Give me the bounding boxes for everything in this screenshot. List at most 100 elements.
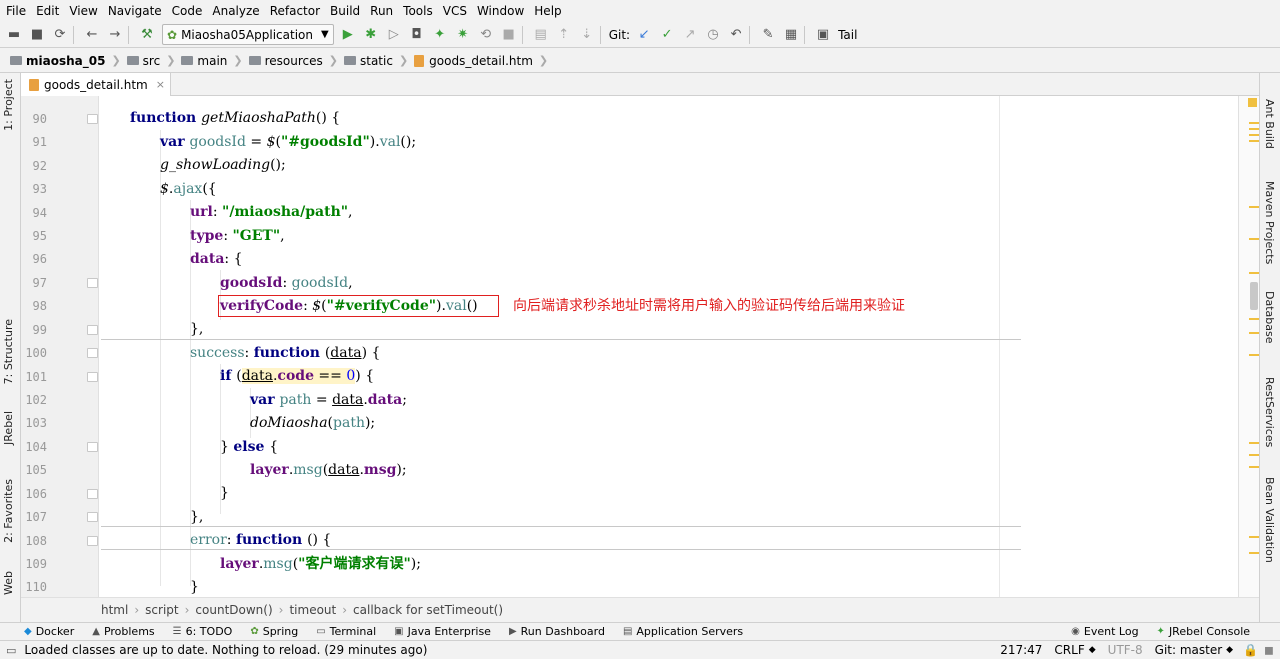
warning-marker[interactable]: [1249, 238, 1259, 240]
tool-bean-validation[interactable]: Bean Validation: [1263, 477, 1276, 563]
tool-run-dashboard[interactable]: ▶ Run Dashboard: [509, 625, 605, 638]
profile-icon[interactable]: ◘: [408, 26, 426, 44]
tool-problems[interactable]: ▲ Problems: [92, 625, 154, 638]
tail-icon[interactable]: ▣: [814, 26, 832, 44]
tool-java-enterprise[interactable]: ▣ Java Enterprise: [394, 625, 491, 638]
deploy-icon[interactable]: ▤: [532, 26, 550, 44]
editor-crumb[interactable]: countDown(): [195, 603, 272, 617]
fold-marker-icon[interactable]: [87, 372, 98, 382]
fold-marker-icon[interactable]: [87, 114, 98, 124]
warning-marker[interactable]: [1249, 272, 1259, 274]
warning-marker[interactable]: [1249, 318, 1259, 320]
code-editor[interactable]: 90 91 92 93 94 95 96 97 98 99 100 101 10…: [21, 96, 1238, 597]
menu-window[interactable]: Window: [471, 0, 528, 22]
crumb-project[interactable]: miaosha_05: [6, 52, 109, 70]
inspection-status-icon[interactable]: [1248, 98, 1257, 107]
close-icon[interactable]: ×: [156, 78, 165, 91]
crumb-src[interactable]: src: [123, 52, 165, 70]
menu-help[interactable]: Help: [528, 0, 565, 22]
crumb-static[interactable]: static: [340, 52, 397, 70]
back-icon[interactable]: ←: [83, 26, 101, 44]
warning-marker[interactable]: [1249, 552, 1259, 554]
tool-structure[interactable]: 7: Structure: [2, 319, 15, 384]
jrebel-run-icon[interactable]: ✦: [431, 26, 449, 44]
tool-todo[interactable]: ☰ 6: TODO: [173, 625, 233, 638]
tool-ant-build[interactable]: Ant Build: [1263, 99, 1276, 149]
download-icon[interactable]: ⇣: [578, 26, 596, 44]
coverage-icon[interactable]: ▷: [385, 26, 403, 44]
reload-icon[interactable]: ⟲: [477, 26, 495, 44]
warning-marker[interactable]: [1249, 140, 1259, 142]
stop-icon[interactable]: ■: [500, 26, 518, 44]
tool-terminal[interactable]: ▭ Terminal: [316, 625, 376, 638]
jrebel-debug-icon[interactable]: ✷: [454, 26, 472, 44]
tool-rest-services[interactable]: RestServices: [1263, 377, 1276, 447]
warning-marker[interactable]: [1249, 442, 1259, 444]
status-icon[interactable]: ▭: [6, 644, 16, 657]
scroll-thumb[interactable]: [1250, 282, 1258, 310]
crumb-main[interactable]: main: [177, 52, 231, 70]
settings-wrench-icon[interactable]: ✎: [759, 26, 777, 44]
run-icon[interactable]: ▶: [339, 26, 357, 44]
editor-crumb[interactable]: timeout: [289, 603, 336, 617]
menu-build[interactable]: Build: [324, 0, 364, 22]
warning-marker[interactable]: [1249, 332, 1259, 334]
menu-refactor[interactable]: Refactor: [264, 0, 324, 22]
fold-marker-icon[interactable]: [87, 489, 98, 499]
warning-marker[interactable]: [1249, 128, 1259, 130]
menu-code[interactable]: Code: [166, 0, 207, 22]
tab-goods-detail[interactable]: goods_detail.htm ×: [21, 73, 171, 96]
editor-crumb[interactable]: script: [145, 603, 178, 617]
git-update-icon[interactable]: ↙: [635, 26, 653, 44]
save-icon[interactable]: ■: [28, 26, 46, 44]
menu-file[interactable]: File: [0, 0, 30, 22]
project-structure-icon[interactable]: ▦: [782, 26, 800, 44]
tool-spring[interactable]: ✿ Spring: [250, 625, 298, 638]
editor-crumb[interactable]: html: [101, 603, 128, 617]
warning-marker[interactable]: [1249, 206, 1259, 208]
menu-tools[interactable]: Tools: [397, 0, 437, 22]
tool-docker[interactable]: ◆ Docker: [24, 625, 74, 638]
tool-web[interactable]: Web: [2, 571, 15, 595]
caret-position[interactable]: 217:47: [1000, 643, 1042, 657]
tool-jrebel[interactable]: JRebel: [2, 411, 15, 445]
fold-marker-icon[interactable]: [87, 325, 98, 335]
tool-event-log[interactable]: ◉ Event Log: [1071, 625, 1138, 638]
memory-indicator-icon[interactable]: ◼: [1264, 643, 1274, 657]
tool-maven-projects[interactable]: Maven Projects: [1263, 181, 1276, 264]
menu-analyze[interactable]: Analyze: [206, 0, 263, 22]
tool-jrebel-console[interactable]: ✦ JRebel Console: [1157, 625, 1251, 638]
debug-icon[interactable]: ✱: [362, 26, 380, 44]
git-revert-icon[interactable]: ↶: [727, 26, 745, 44]
git-commit-icon[interactable]: ✓: [658, 26, 676, 44]
warning-marker[interactable]: [1249, 134, 1259, 136]
warning-marker[interactable]: [1249, 354, 1259, 356]
file-encoding[interactable]: UTF-8: [1108, 643, 1143, 657]
crumb-resources[interactable]: resources: [245, 52, 327, 70]
sync-icon[interactable]: ⟳: [51, 26, 69, 44]
tail-label[interactable]: Tail: [838, 28, 857, 42]
editor-crumb[interactable]: callback for setTimeout(): [353, 603, 503, 617]
error-stripe[interactable]: [1238, 96, 1259, 597]
warning-marker[interactable]: [1249, 454, 1259, 456]
upload-icon[interactable]: ⇡: [555, 26, 573, 44]
fold-marker-icon[interactable]: [87, 512, 98, 522]
git-branch[interactable]: Git: master: [1155, 643, 1223, 657]
menu-view[interactable]: View: [63, 0, 101, 22]
fold-marker-icon[interactable]: [87, 536, 98, 546]
warning-marker[interactable]: [1249, 466, 1259, 468]
git-push-icon[interactable]: ↗: [681, 26, 699, 44]
tool-project[interactable]: 1: Project: [2, 79, 15, 131]
fold-marker-icon[interactable]: [87, 278, 98, 288]
tool-database[interactable]: Database: [1263, 291, 1276, 344]
menu-navigate[interactable]: Navigate: [102, 0, 166, 22]
menu-edit[interactable]: Edit: [30, 0, 63, 22]
menu-vcs[interactable]: VCS: [437, 0, 471, 22]
tool-favorites[interactable]: 2: Favorites: [2, 479, 15, 543]
crumb-file[interactable]: goods_detail.htm: [410, 52, 537, 70]
lock-icon[interactable]: 🔒: [1243, 643, 1258, 657]
open-folder-icon[interactable]: ▬: [5, 26, 23, 44]
fold-marker-icon[interactable]: [87, 348, 98, 358]
warning-marker[interactable]: [1249, 122, 1259, 124]
fold-marker-icon[interactable]: [87, 442, 98, 452]
